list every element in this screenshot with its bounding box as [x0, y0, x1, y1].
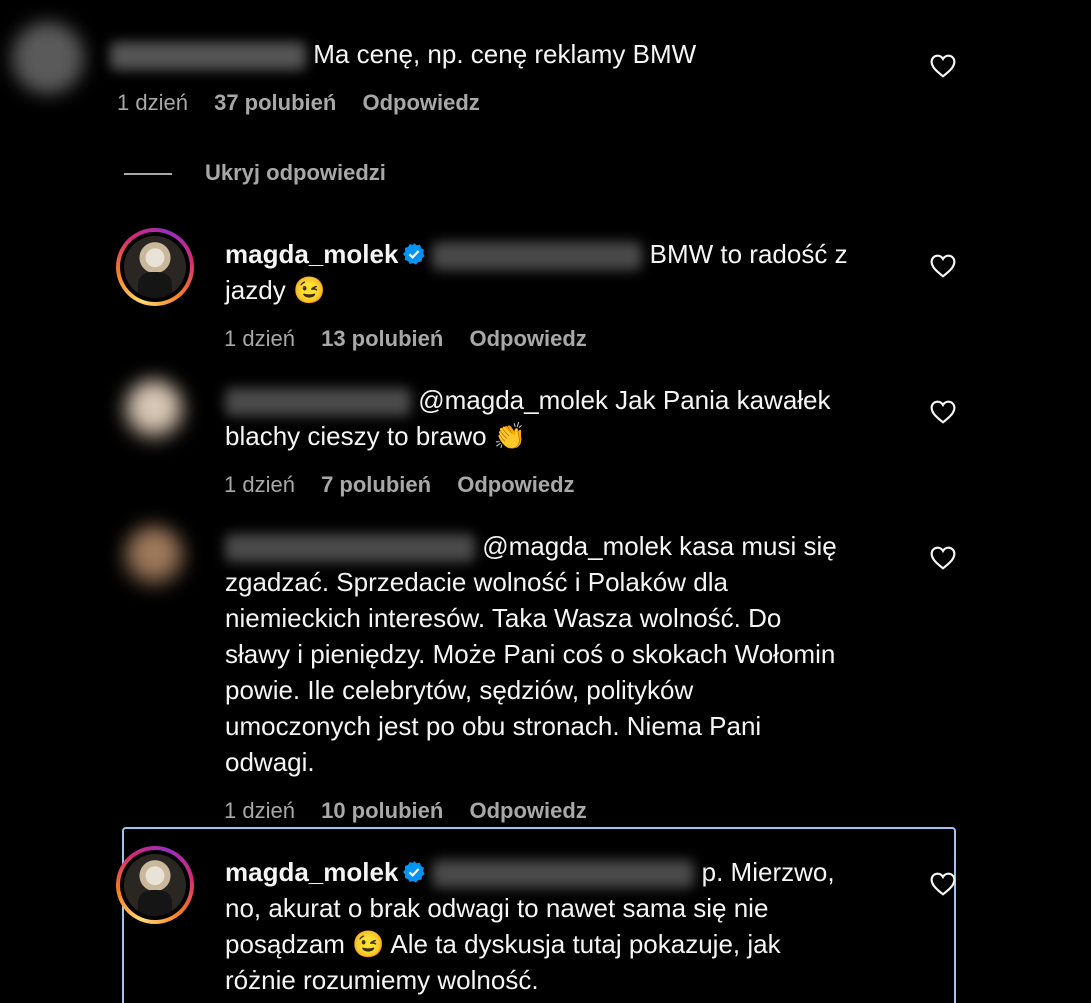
verified-badge-icon: [403, 861, 426, 883]
reply-meta: 1 dzień 10 polubień Odpowiedz: [224, 798, 587, 824]
reply-button[interactable]: Odpowiedz: [469, 326, 586, 351]
hide-replies-button[interactable]: Ukryj odpowiedzi: [205, 160, 386, 186]
reply-text-line: no, akurat o brak odwagi to nawet sama s…: [225, 893, 769, 923]
wink-emoji-icon: 😉: [352, 929, 385, 959]
comment-time[interactable]: 1 dzień: [117, 90, 188, 115]
commenter-avatar[interactable]: [12, 22, 84, 94]
comment-text: Ma cenę, np. cenę reklamy BMW: [313, 39, 697, 69]
comment-likes[interactable]: 37 polubień: [214, 90, 336, 115]
username[interactable]: magda_molek: [225, 239, 398, 269]
avatar: [124, 236, 186, 298]
avatar: [124, 854, 186, 916]
reply-text-line1: kasa musi się: [671, 531, 837, 561]
reply-text-line1: p. Mierzwo,: [701, 857, 835, 887]
reply-text-line1: BMW to radość z: [649, 239, 848, 269]
reply-text-line: sławy i pieniędzy. Może Pani coś o skoka…: [225, 639, 836, 669]
reply-body: @magda_molek Jak Pania kawałek blachy ci…: [225, 382, 905, 454]
heart-icon[interactable]: [930, 872, 956, 896]
reply-likes[interactable]: 10 polubień: [321, 798, 443, 823]
heart-icon[interactable]: [930, 54, 956, 78]
verified-badge-icon: [403, 243, 426, 265]
mention-link[interactable]: @magda_molek: [418, 385, 608, 415]
heart-icon[interactable]: [930, 254, 956, 278]
reply-text-line3a: posądzam: [225, 929, 345, 959]
reply-time[interactable]: 1 dzień: [224, 472, 295, 497]
reply-body: magda_molek BMW to radość z jazdy 😉: [225, 236, 905, 308]
reply-button[interactable]: Odpowiedz: [362, 90, 479, 115]
reply-text-line2: blachy cieszy to brawo: [225, 421, 487, 451]
reply-text-line3b: Ale ta dyskusja tutaj pokazuje, jak: [384, 929, 781, 959]
heart-icon[interactable]: [930, 546, 956, 570]
reply-likes[interactable]: 13 polubień: [321, 326, 443, 351]
blurred-username[interactable]: [110, 42, 306, 71]
reply-text-line1: Jak Pania kawałek: [607, 385, 831, 415]
reply-button[interactable]: Odpowiedz: [469, 798, 586, 823]
mention-link[interactable]: @magda_molek: [482, 531, 672, 561]
reply-time[interactable]: 1 dzień: [224, 798, 295, 823]
reply-text-line: powie. Ile celebrytów, sędziów, politykó…: [225, 675, 694, 705]
avatar-story-ring[interactable]: [116, 228, 194, 306]
reply-text-line: odwagi.: [225, 747, 315, 777]
reply-text-line2: jazdy: [225, 275, 286, 305]
avatar-story-ring[interactable]: [116, 846, 194, 924]
reply-text-line: niemieckich interesów. Taka Wasza wolnoś…: [225, 603, 782, 633]
username[interactable]: magda_molek: [225, 857, 398, 887]
reply-body: @magda_molek kasa musi się zgadzać. Sprz…: [225, 528, 905, 780]
reply-body: magda_molek p. Mierzwo, no, akurat o bra…: [225, 854, 925, 998]
blurred-username[interactable]: [225, 388, 411, 417]
reply-likes[interactable]: 7 polubień: [321, 472, 431, 497]
wink-emoji-icon: 😉: [292, 275, 326, 305]
reply-time[interactable]: 1 dzień: [224, 326, 295, 351]
commenter-avatar[interactable]: [122, 378, 186, 442]
blurred-username[interactable]: [225, 534, 475, 563]
reply-meta: 1 dzień 7 polubień Odpowiedz: [224, 472, 575, 498]
reply-text-line: zgadzać. Sprzedacie wolność i Polaków dl…: [225, 567, 728, 597]
reply-text-line: różnie rozumiemy wolność.: [225, 965, 539, 995]
reply-text-line: umoczonych jest po obu stronach. Niema P…: [225, 711, 762, 741]
reply-meta: 1 dzień 13 polubień Odpowiedz: [224, 326, 587, 352]
blurred-mention[interactable]: [432, 860, 695, 889]
reply-button[interactable]: Odpowiedz: [457, 472, 574, 497]
comment-body: Ma cenę, np. cenę reklamy BMW: [110, 36, 696, 72]
blurred-mention[interactable]: [432, 242, 643, 271]
hide-replies-divider: [124, 173, 172, 175]
commenter-avatar[interactable]: [122, 524, 186, 588]
comment-meta: 1 dzień 37 polubień Odpowiedz: [117, 90, 480, 116]
clap-emoji-icon: 👏: [493, 421, 527, 451]
heart-icon[interactable]: [930, 400, 956, 424]
